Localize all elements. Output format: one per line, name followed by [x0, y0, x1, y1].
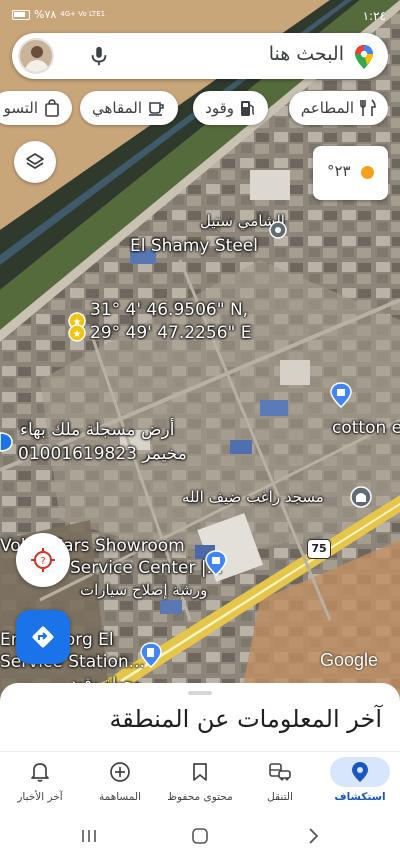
chip-cafes[interactable]: المقاهي	[80, 91, 178, 125]
recent-apps-button[interactable]	[78, 825, 100, 847]
place-label-land-phone[interactable]: 01001619823 مخيمر	[18, 444, 187, 464]
back-icon	[309, 828, 319, 844]
nav-updates[interactable]: آخر الأخبار	[0, 752, 80, 814]
weather-widget[interactable]: °٢٣	[313, 146, 388, 200]
bottom-navigation: استكشاف التنقل محتوى محفوظ المساهمة آخر …	[0, 751, 400, 813]
directions-icon	[32, 626, 54, 648]
nav-contribute[interactable]: المساهمة	[80, 752, 160, 814]
shopping-bag-icon	[45, 99, 59, 117]
status-time: ١:٢٤	[362, 9, 386, 23]
car-dealer-pin-icon[interactable]	[205, 550, 227, 580]
mosque-pin-icon[interactable]	[350, 485, 372, 513]
location-pin-icon	[352, 762, 368, 782]
nav-explore-label: استكشاف	[334, 791, 386, 803]
gas-station-pin-icon[interactable]	[140, 642, 162, 672]
bottom-sheet[interactable]: آخر المعلومات عن المنطقة	[0, 683, 400, 753]
status-bar: %٧٨ 4G+ Vo LTE1 ١:٢٤	[0, 0, 400, 32]
home-icon	[192, 828, 208, 844]
avatar[interactable]	[18, 38, 54, 74]
bookmark-icon	[193, 763, 207, 781]
status-left: %٧٨ 4G+ Vo LTE1	[12, 8, 105, 21]
search-bar[interactable]: البحث هنا	[12, 33, 388, 79]
google-attribution: Google	[320, 650, 379, 670]
svg-text:?: ?	[40, 556, 45, 567]
nav-updates-label: آخر الأخبار	[17, 791, 63, 803]
layers-button[interactable]	[14, 141, 56, 183]
weather-temperature: °٢٣	[327, 162, 351, 180]
svg-text:★: ★	[73, 317, 82, 328]
layers-icon	[26, 153, 44, 169]
chip-shopping[interactable]: التسو	[0, 91, 72, 125]
recent-apps-icon	[82, 830, 96, 842]
shopping-pin-icon[interactable]	[330, 382, 352, 412]
nav-contribute-label: المساهمة	[99, 791, 141, 803]
chip-cafes-label: المقاهي	[92, 99, 142, 117]
nav-go-label: التنقل	[267, 791, 293, 803]
place-label-shamy-en[interactable]: El Shamy Steel	[130, 236, 258, 256]
sheet-title: آخر المعلومات عن المنطقة	[109, 705, 382, 733]
bell-icon	[31, 763, 49, 782]
chip-gas[interactable]: وقود	[193, 91, 268, 125]
home-button[interactable]	[189, 825, 211, 847]
fork-knife-icon	[360, 99, 376, 116]
battery-percent: %٧٨	[34, 8, 57, 21]
sun-icon	[361, 166, 374, 179]
search-input[interactable]: البحث هنا	[269, 43, 344, 65]
place-label-cars-2[interactable]: Service Center |...	[70, 558, 223, 578]
back-button[interactable]	[302, 825, 324, 847]
chip-shopping-label: التسو	[3, 99, 38, 117]
place-label-cars-ar[interactable]: ورشة إصلاح سيارات	[80, 581, 207, 599]
battery-icon	[12, 9, 30, 20]
chip-restaurants[interactable]: المطاعم	[288, 91, 388, 125]
place-label-land[interactable]: أرض مسجلة ملك بهاء	[20, 420, 175, 440]
nav-saved[interactable]: محتوى محفوظ	[160, 752, 240, 814]
category-chips: المطاعم وقود المقاهي التسو	[0, 91, 400, 125]
coordinate-label-lat: 31° 4' 46.9506" N,	[90, 300, 249, 320]
mic-icon[interactable]	[88, 45, 110, 67]
place-label-cotton[interactable]: cotton e	[332, 418, 400, 438]
gas-station-icon	[241, 101, 255, 116]
place-label-mosque[interactable]: مسجد راغب ضيف الله	[182, 488, 324, 506]
system-navigation-bar	[0, 813, 400, 859]
google-maps-logo-icon	[355, 45, 373, 69]
chip-restaurants-label: المطاعم	[300, 99, 354, 117]
location-unknown-icon: ?	[31, 548, 55, 572]
chip-gas-label: وقود	[205, 99, 234, 117]
add-circle-icon	[110, 762, 130, 782]
my-location-button[interactable]: ?	[16, 533, 70, 587]
info-pin-icon[interactable]	[0, 431, 14, 457]
commute-icon	[269, 763, 291, 781]
shamy-steel-pin-icon[interactable]	[268, 220, 288, 244]
directions-button[interactable]	[16, 610, 70, 664]
coffee-icon	[149, 102, 164, 116]
coordinate-label-lon: 29° 49' 47.2256" E	[90, 323, 252, 343]
network-indicator: 4G+ Vo LTE1	[60, 10, 106, 18]
nav-saved-label: محتوى محفوظ	[167, 791, 233, 803]
svg-text:★: ★	[73, 329, 82, 340]
nav-go[interactable]: التنقل	[240, 752, 320, 814]
sheet-drag-handle[interactable]	[188, 691, 212, 695]
route-shield-75: 75	[307, 539, 331, 559]
star-marker-icon[interactable]: ★ ★	[64, 312, 90, 346]
nav-explore[interactable]: استكشاف	[320, 752, 400, 814]
